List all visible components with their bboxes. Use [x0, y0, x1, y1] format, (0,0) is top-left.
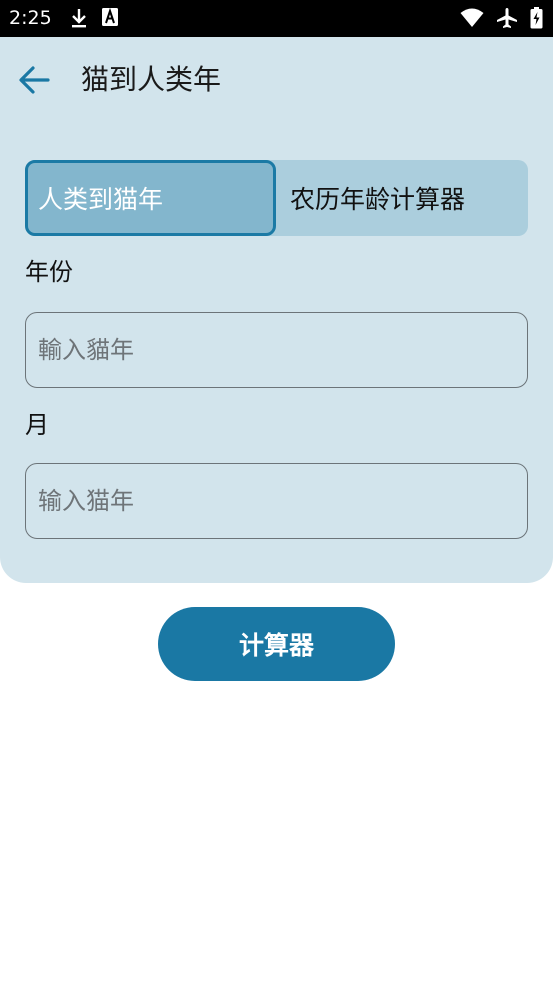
- status-bar: 2:25: [0, 0, 553, 37]
- tab-lunar-age-calculator[interactable]: 农历年龄计算器: [276, 160, 528, 236]
- mode-tabs: 人类到猫年 农历年龄计算器: [25, 160, 528, 236]
- tab-human-to-cat[interactable]: 人类到猫年: [25, 160, 276, 236]
- wifi-icon: [460, 8, 484, 27]
- form-panel: 猫到人类年 人类到猫年 农历年龄计算器 年份 月: [0, 37, 553, 583]
- back-button[interactable]: [14, 62, 54, 98]
- page-title: 猫到人类年: [81, 63, 222, 96]
- month-label: 月: [25, 411, 49, 439]
- arrow-left-icon: [19, 66, 50, 94]
- month-input[interactable]: [25, 463, 528, 539]
- calculate-button[interactable]: 计算器: [158, 607, 395, 681]
- status-time: 2:25: [9, 7, 52, 29]
- download-icon: [72, 9, 86, 28]
- status-right-icons: [460, 7, 543, 29]
- battery-icon: [530, 7, 543, 29]
- a-box-icon: [102, 8, 118, 26]
- year-label: 年份: [25, 258, 73, 286]
- status-left-icons: [70, 8, 118, 28]
- year-input[interactable]: [25, 312, 528, 388]
- airplane-icon: [497, 8, 517, 28]
